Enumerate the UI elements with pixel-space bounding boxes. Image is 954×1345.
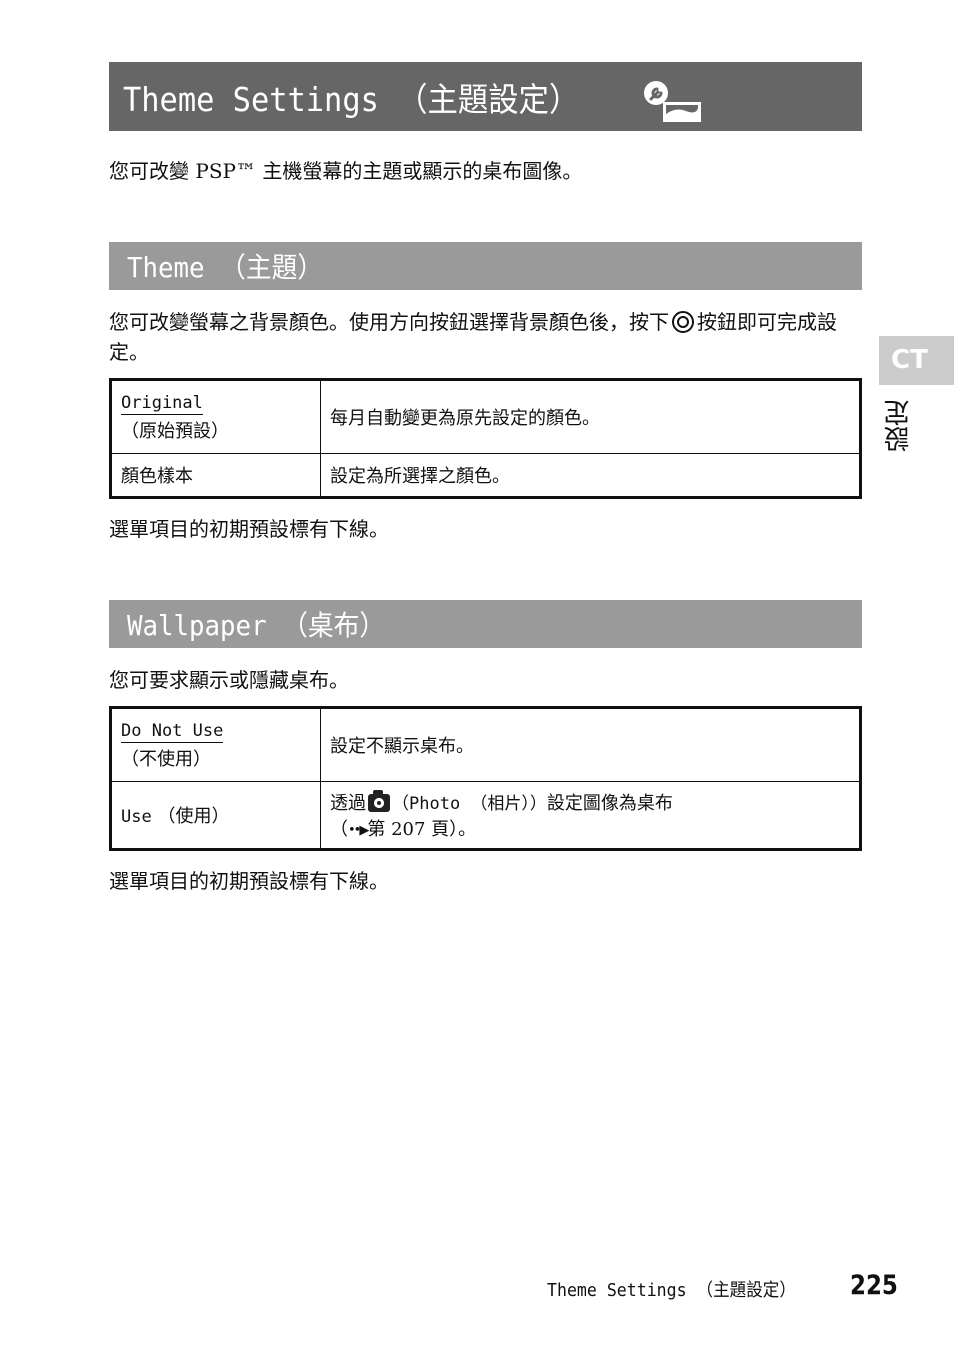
use-desc-photo: （Photo （相片）） [392,794,547,814]
chapter-label: 設定 [884,400,914,452]
section-heading-wallpaper: Wallpaper （桌布） [109,600,862,648]
page-reference-link[interactable]: 第 207 頁）。 [367,819,476,840]
page-reference-arrow-icon: ••▶ [348,823,369,838]
use-desc-suffix: 設定圖像為桌布 [546,793,673,814]
ref-open: （ [330,819,348,840]
language-tab: CT [879,336,954,385]
circle-button-icon [672,311,694,333]
theme-options-table: Original （原始預設） 每月自動變更為原先設定的顏色。 顏色樣本 設定為… [109,378,862,499]
table-row: Do Not Use （不使用） 設定不顯示桌布。 [110,707,861,782]
wallpaper-description: 您可要求顯示或隱藏桌布。 [109,668,349,692]
use-desc-prefix: 透過 [330,793,366,814]
option-cell: Original （原始預設） [110,379,321,454]
option-default-name-zh: （原始預設） [121,420,229,442]
theme-description-part1: 您可改變螢幕之背景顏色。使用方向按鈕選擇背景顏色後，按下 [109,310,669,334]
wallpaper-note: 選單項目的初期預設標有下線。 [109,869,389,893]
option-cell: 顏色樣本 [110,453,321,498]
option-default-name: Original [121,392,203,415]
page-number: 225 [850,1270,898,1301]
option-description: 透過 （Photo （相片））設定圖像為桌布 （••▶第 207 頁）。 [320,781,861,850]
option-default-name-zh: （不使用） [121,748,211,770]
option-name: Use [121,807,152,827]
option-description: 設定不顯示桌布。 [320,707,861,782]
page-title-bar: Theme Settings （主題設定） [109,62,862,131]
section-heading-theme-text: Theme （主題） [127,251,324,284]
option-description: 每月自動變更為原先設定的顏色。 [320,379,861,454]
section-heading-theme: Theme （主題） [109,242,862,290]
page-title: Theme Settings （主題設定） [123,79,580,119]
camera-icon [368,790,390,812]
intro-text: 您可改變 PSP™ 主機螢幕的主題或顯示的桌布圖像。 [109,159,583,183]
theme-description: 您可改變螢幕之背景顏色。使用方向按鈕選擇背景顏色後，按下 按鈕即可完成設定。 [109,307,869,367]
option-cell: Use （使用） [110,781,321,850]
footer-title: Theme Settings （主題設定） [547,1280,796,1301]
theme-note: 選單項目的初期預設標有下線。 [109,517,389,541]
wallpaper-options-table: Do Not Use （不使用） 設定不顯示桌布。 Use （使用） 透過 （Ph… [109,706,862,851]
table-row: 顏色樣本 設定為所選擇之顏色。 [110,453,861,498]
settings-wrench-wallpaper-icon [644,81,701,122]
option-name-zh: （使用） [157,806,230,827]
option-cell: Do Not Use （不使用） [110,707,321,782]
table-row: Original （原始預設） 每月自動變更為原先設定的顏色。 [110,379,861,454]
option-description: 設定為所選擇之顏色。 [320,453,861,498]
table-row: Use （使用） 透過 （Photo （相片））設定圖像為桌布 （••▶第 207… [110,781,861,850]
section-heading-wallpaper-text: Wallpaper （桌布） [127,609,386,642]
option-default-name: Do Not Use [121,720,224,743]
